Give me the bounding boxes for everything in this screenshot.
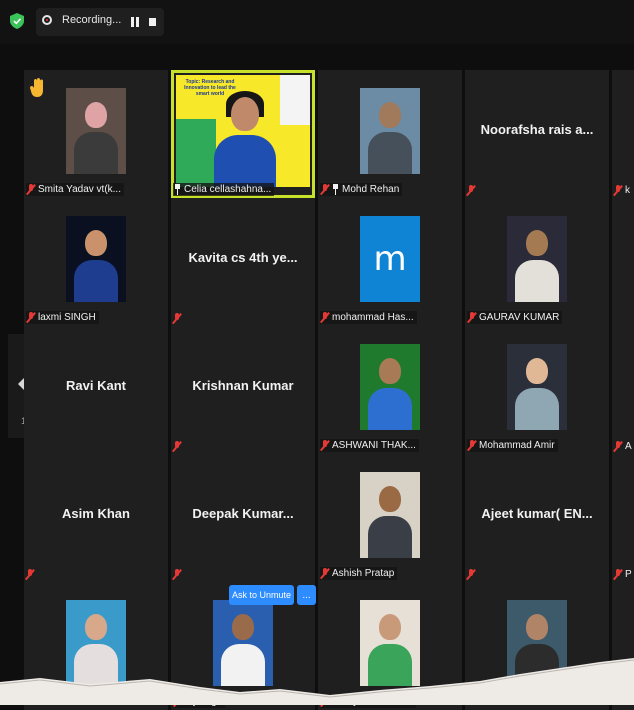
avatar: m [360,216,420,302]
record-icon [42,15,52,25]
participant-label-text: Ashish Pratap [332,568,395,579]
microphone-muted-icon [173,441,181,452]
participant-tile[interactable]: Mohd Rehan [318,70,462,198]
participant-tile[interactable]: m mohammad Has... [318,198,462,326]
participant-photo [360,472,420,558]
participant-label-text: k [625,185,630,196]
participant-photo [66,216,126,302]
microphone-muted-icon [614,185,622,196]
participant-label-text: P [625,569,632,580]
participant-name-label: mohammad Has... [320,311,417,324]
participant-tile[interactable]: laxmi SINGH [24,198,168,326]
participant-name-label: GAURAV KUMAR [467,311,563,324]
participant-tile[interactable]: Krishnan Kumar [171,326,315,454]
torn-paper-edge [0,658,634,705]
microphone-muted-icon [27,312,35,323]
participant-tile[interactable]: Ashish Pratap [318,454,462,582]
microphone-muted-icon [173,313,181,324]
participant-photo [360,88,420,174]
pause-recording-icon[interactable] [131,17,140,27]
participant-tile[interactable]: ASHWANI THAK... [318,326,462,454]
participant-label-text: Smita Yadav vt(k... [38,184,121,195]
participant-tile[interactable]: Asim Khan [24,454,168,582]
meeting-top-bar: Recording... [0,0,634,44]
microphone-muted-icon [467,569,475,580]
participant-tile[interactable]: Mohammad Amir [465,326,609,454]
microphone-muted-icon [321,568,329,579]
participant-name-label: k [614,185,630,196]
participant-photo [507,344,567,430]
participant-label-text: GAURAV KUMAR [479,312,560,323]
participant-name-label: laxmi SINGH [26,311,99,324]
participant-tile[interactable]: Ajeet kumar( EN... [465,454,609,582]
participant-tile-partial[interactable]: A [612,326,634,454]
pin-icon [332,184,339,195]
microphone-muted-icon [321,440,329,451]
shield-icon[interactable] [10,13,24,29]
participant-name-label [26,569,34,580]
participant-name: Deepak Kumar... [192,506,294,521]
microphone-muted-icon [321,312,329,323]
shared-slide-video: Topic: Research and Innovation to lead t… [176,75,310,187]
recording-label: Recording... [62,14,122,26]
participant-name-label: ASHWANI THAK... [320,439,419,452]
recording-indicator: Recording... [36,8,164,36]
participant-photo [360,344,420,430]
microphone-muted-icon [321,184,329,195]
stop-recording-icon[interactable] [149,18,156,26]
participant-label-text: ASHWANI THAK... [332,440,416,451]
participant-name: Ravi Kant [66,378,126,393]
microphone-muted-icon [614,569,622,580]
participant-tile[interactable]: Deepak Kumar... [171,454,315,582]
participant-name: Ajeet kumar( EN... [481,506,593,521]
participant-tile-partial[interactable] [612,198,634,326]
participant-label-text: A [625,441,632,452]
ask-to-unmute-button[interactable]: Ask to Unmute [229,585,294,605]
participant-name: Noorafsha rais a... [480,122,594,137]
microphone-muted-icon [27,184,35,195]
participant-name-label [173,569,181,580]
participant-name-label: P [614,569,632,580]
microphone-muted-icon [26,569,34,580]
participant-tile-partial[interactable]: P [612,454,634,582]
microphone-muted-icon [173,569,181,580]
raised-hand-icon [30,78,43,97]
participant-name: Asim Khan [62,506,130,521]
participant-name-label: Mohammad Amir [467,439,558,452]
participant-photo [507,216,567,302]
participant-tile[interactable]: Topic: Research and Innovation to lead t… [171,70,315,198]
participant-name-label: Smita Yadav vt(k... [26,183,124,196]
participant-label-text: Mohd Rehan [342,184,400,195]
participant-label-text: laxmi SINGH [38,312,96,323]
participant-tile[interactable]: Noorafsha rais a... [465,70,609,198]
participant-tile[interactable]: GAURAV KUMAR [465,198,609,326]
participant-tile[interactable]: Kavita cs 4th ye... [171,198,315,326]
participant-label-text: Mohammad Amir [479,440,555,451]
participant-name-label [173,441,181,452]
participant-label-text: mohammad Has... [332,312,414,323]
more-options-button[interactable]: ... [297,585,316,605]
pin-icon [174,184,181,195]
microphone-muted-icon [467,185,475,196]
gallery-view: Smita Yadav vt(k... Topic: Research and I… [24,70,634,710]
participant-name-label [467,569,475,580]
participant-name: Krishnan Kumar [192,378,294,393]
participant-tile[interactable]: Ravi Kant [24,326,168,454]
participant-photo [66,88,126,174]
participant-name-label: A [614,441,632,452]
participant-name-label: Ashish Pratap [320,567,398,580]
participant-label-text: Celia cellashahna... [184,184,272,195]
participant-tile[interactable]: Smita Yadav vt(k... [24,70,168,198]
participant-name-label: Celia cellashahna... [173,183,275,196]
microphone-muted-icon [468,440,476,451]
participant-name-label [173,313,181,324]
participant-name-label [467,185,475,196]
microphone-muted-icon [468,312,476,323]
microphone-muted-icon [614,441,622,452]
participant-tile-partial[interactable]: k [612,70,634,198]
participant-name: Kavita cs 4th ye... [188,250,298,265]
participant-name-label: Mohd Rehan [320,183,403,196]
